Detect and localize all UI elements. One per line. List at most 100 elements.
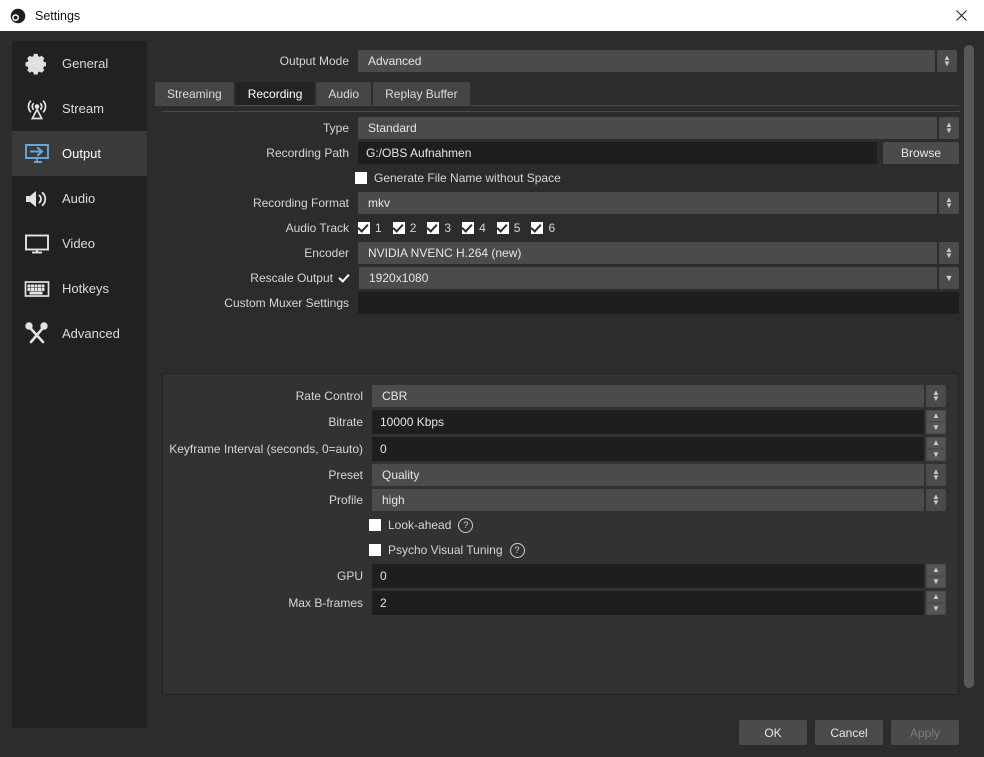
chevron-up-icon[interactable]: ▲ <box>927 438 945 448</box>
max-bframes-stepper[interactable]: ▲ ▼ <box>926 591 946 615</box>
keyboard-icon <box>22 274 52 304</box>
profile-stepper[interactable]: ▲ ▼ <box>926 489 946 511</box>
gear-icon <box>22 49 52 79</box>
chevron-up-icon[interactable]: ▲ <box>927 565 945 575</box>
chevron-down-icon: ▼ <box>945 253 953 259</box>
rate-control-stepper[interactable]: ▲ ▼ <box>926 385 946 407</box>
settings-sidebar: General Stream <box>12 41 147 728</box>
bitrate-input[interactable]: 10000 Kbps <box>372 410 924 434</box>
rate-control-row: Rate Control CBR ▲ ▼ <box>163 385 946 407</box>
audio-track-5-checkbox[interactable] <box>497 222 509 234</box>
look-ahead-label: Look-ahead <box>388 518 451 532</box>
custom-muxer-input[interactable] <box>358 292 959 314</box>
recording-format-select[interactable]: mkv <box>358 192 937 214</box>
audio-track-3-label: 3 <box>444 221 451 235</box>
generate-no-space-checkbox[interactable] <box>355 172 367 184</box>
settings-main-pane: Output Mode Advanced ▲ ▼ Streaming Recor… <box>155 31 974 757</box>
close-icon[interactable] <box>938 0 984 30</box>
recording-path-label: Recording Path <box>155 146 358 160</box>
output-tabs: Streaming Recording Audio Replay Buffer <box>155 81 959 106</box>
apply-button: Apply <box>891 720 959 745</box>
gpu-stepper[interactable]: ▲ ▼ <box>926 564 946 588</box>
rate-control-select[interactable]: CBR <box>372 385 924 407</box>
profile-label: Profile <box>163 493 372 507</box>
audio-track-1-checkbox[interactable] <box>358 222 370 234</box>
recording-format-label: Recording Format <box>155 196 358 210</box>
audio-track-5-label: 5 <box>514 221 521 235</box>
tab-audio[interactable]: Audio <box>316 82 371 105</box>
ok-button[interactable]: OK <box>739 720 807 745</box>
browse-button[interactable]: Browse <box>883 142 959 164</box>
type-row: Type Standard ▲ ▼ <box>155 117 959 139</box>
sidebar-item-label: Output <box>62 146 101 161</box>
keyframe-interval-label: Keyframe Interval (seconds, 0=auto) <box>163 442 372 456</box>
chevron-down-icon: ▼ <box>932 475 940 481</box>
look-ahead-help-icon[interactable]: ? <box>458 518 473 533</box>
recording-path-input[interactable]: G:/OBS Aufnahmen <box>358 142 877 164</box>
audio-track-2-checkbox[interactable] <box>393 222 405 234</box>
rescale-output-label: Rescale Output <box>155 271 339 285</box>
preset-stepper[interactable]: ▲ ▼ <box>926 464 946 486</box>
bitrate-stepper[interactable]: ▲ ▼ <box>926 410 946 434</box>
rescale-output-select[interactable]: 1920x1080 <box>359 267 937 289</box>
sidebar-item-hotkeys[interactable]: Hotkeys <box>12 266 147 311</box>
sidebar-item-general[interactable]: General <box>12 41 147 86</box>
obs-logo-icon <box>9 7 27 25</box>
chevron-down-icon[interactable]: ▼ <box>927 604 945 614</box>
tab-recording[interactable]: Recording <box>236 82 315 105</box>
generate-no-space-row: Generate File Name without Space <box>155 167 959 189</box>
cancel-button[interactable]: Cancel <box>815 720 883 745</box>
profile-row: Profile high ▲ ▼ <box>163 489 946 511</box>
psycho-visual-help-icon[interactable]: ? <box>510 543 525 558</box>
sidebar-item-label: Stream <box>62 101 104 116</box>
encoder-settings-groupbox: Rate Control CBR ▲ ▼ Bitrate 10000 Kbps … <box>162 373 959 695</box>
psycho-visual-checkbox[interactable] <box>369 544 381 556</box>
sidebar-item-audio[interactable]: Audio <box>12 176 147 221</box>
type-select[interactable]: Standard <box>358 117 937 139</box>
bitrate-row: Bitrate 10000 Kbps ▲ ▼ <box>163 410 946 434</box>
sidebar-item-output[interactable]: Output <box>12 131 147 176</box>
audio-track-4-checkbox[interactable] <box>462 222 474 234</box>
audio-track-6-checkbox[interactable] <box>531 222 543 234</box>
encoder-select[interactable]: NVIDIA NVENC H.264 (new) <box>358 242 937 264</box>
look-ahead-checkbox[interactable] <box>369 519 381 531</box>
output-mode-stepper[interactable]: ▲ ▼ <box>937 50 957 72</box>
audio-track-3-checkbox[interactable] <box>427 222 439 234</box>
keyframe-interval-stepper[interactable]: ▲ ▼ <box>926 437 946 461</box>
output-mode-select[interactable]: Advanced <box>358 50 935 72</box>
type-stepper[interactable]: ▲ ▼ <box>939 117 959 139</box>
chevron-down-icon[interactable]: ▼ <box>927 423 945 433</box>
chevron-down-icon[interactable]: ▼ <box>927 577 945 587</box>
tab-replay-buffer[interactable]: Replay Buffer <box>373 82 470 105</box>
chevron-up-icon[interactable]: ▲ <box>927 592 945 602</box>
settings-scrollbar[interactable] <box>964 45 974 700</box>
generate-no-space-label: Generate File Name without Space <box>374 171 561 185</box>
recording-format-row: Recording Format mkv ▲ ▼ <box>155 192 959 214</box>
rescale-output-dropdown-arrow[interactable]: ▼ <box>939 267 959 289</box>
gpu-input[interactable]: 0 <box>372 564 924 588</box>
chevron-up-icon[interactable]: ▲ <box>927 411 945 421</box>
sidebar-item-stream[interactable]: Stream <box>12 86 147 131</box>
encoder-stepper[interactable]: ▲ ▼ <box>939 242 959 264</box>
keyframe-interval-input[interactable]: 0 <box>372 437 924 461</box>
chevron-down-icon: ▼ <box>932 500 940 506</box>
sidebar-item-label: Advanced <box>62 326 120 341</box>
sidebar-item-advanced[interactable]: Advanced <box>12 311 147 356</box>
sidebar-item-video[interactable]: Video <box>12 221 147 266</box>
scrollbar-thumb[interactable] <box>964 45 974 688</box>
preset-row: Preset Quality ▲ ▼ <box>163 464 946 486</box>
profile-select[interactable]: high <box>372 489 924 511</box>
chevron-down-icon: ▼ <box>945 203 953 209</box>
encoder-label: Encoder <box>155 246 358 260</box>
preset-select[interactable]: Quality <box>372 464 924 486</box>
chevron-down-icon: ▼ <box>945 128 953 134</box>
max-bframes-input[interactable]: 2 <box>372 591 924 615</box>
chevron-down-icon[interactable]: ▼ <box>927 450 945 460</box>
tab-streaming[interactable]: Streaming <box>155 82 234 105</box>
sidebar-item-label: General <box>62 56 108 71</box>
max-bframes-label: Max B-frames <box>163 596 372 610</box>
sidebar-item-label: Audio <box>62 191 95 206</box>
settings-window-body: General Stream <box>0 31 984 757</box>
rescale-output-checkbox[interactable] <box>339 272 351 284</box>
recording-format-stepper[interactable]: ▲ ▼ <box>939 192 959 214</box>
